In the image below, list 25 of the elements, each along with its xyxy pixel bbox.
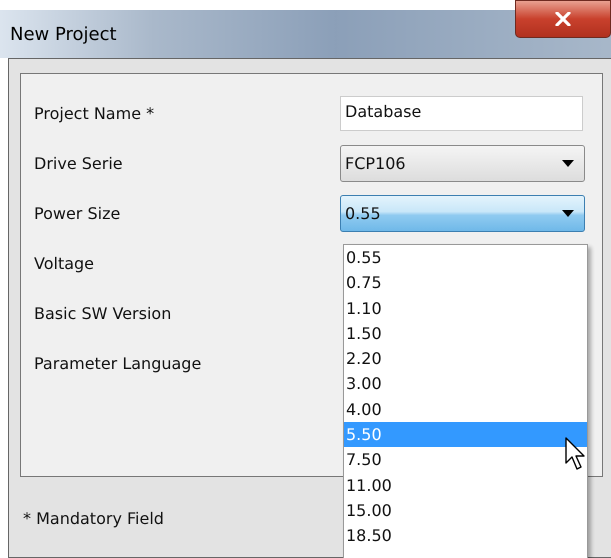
field-label: Drive Serie [34, 154, 124, 172]
dropdown-option[interactable]: 4.00 [344, 396, 587, 422]
dropdown-option[interactable]: 0.55 [344, 245, 587, 270]
field-label: Project Name * [34, 104, 156, 122]
dropdown-option[interactable]: 0.75 [344, 270, 587, 296]
field-label: Voltage [34, 254, 96, 272]
dropdown-option[interactable]: 11.00 [344, 472, 587, 498]
close-button[interactable] [515, 0, 611, 38]
dropdown-option[interactable]: 2.20 [344, 346, 587, 372]
project-name-field[interactable]: Database [340, 96, 583, 130]
window-title: New Project [9, 24, 117, 44]
dropdown-option[interactable]: 1.50 [344, 320, 587, 346]
field-label: Power Size [34, 204, 122, 222]
caret-icon [562, 160, 574, 166]
field-label: Parameter Language [34, 354, 202, 372]
dropdown-option[interactable]: 3.00 [344, 371, 587, 397]
close-icon [554, 12, 572, 26]
combo-box[interactable]: FCP106 [340, 144, 585, 182]
dropdown-option[interactable]: 1.10 [344, 296, 587, 321]
caret-icon [562, 210, 574, 216]
field-label: Basic SW Version [34, 304, 172, 322]
mandatory-note: * Mandatory Field [23, 508, 164, 528]
dropdown-option[interactable]: 15.00 [344, 498, 587, 524]
dropdown-option[interactable]: 18.50 [344, 523, 587, 549]
combo-box[interactable]: 0.55 [340, 194, 585, 232]
